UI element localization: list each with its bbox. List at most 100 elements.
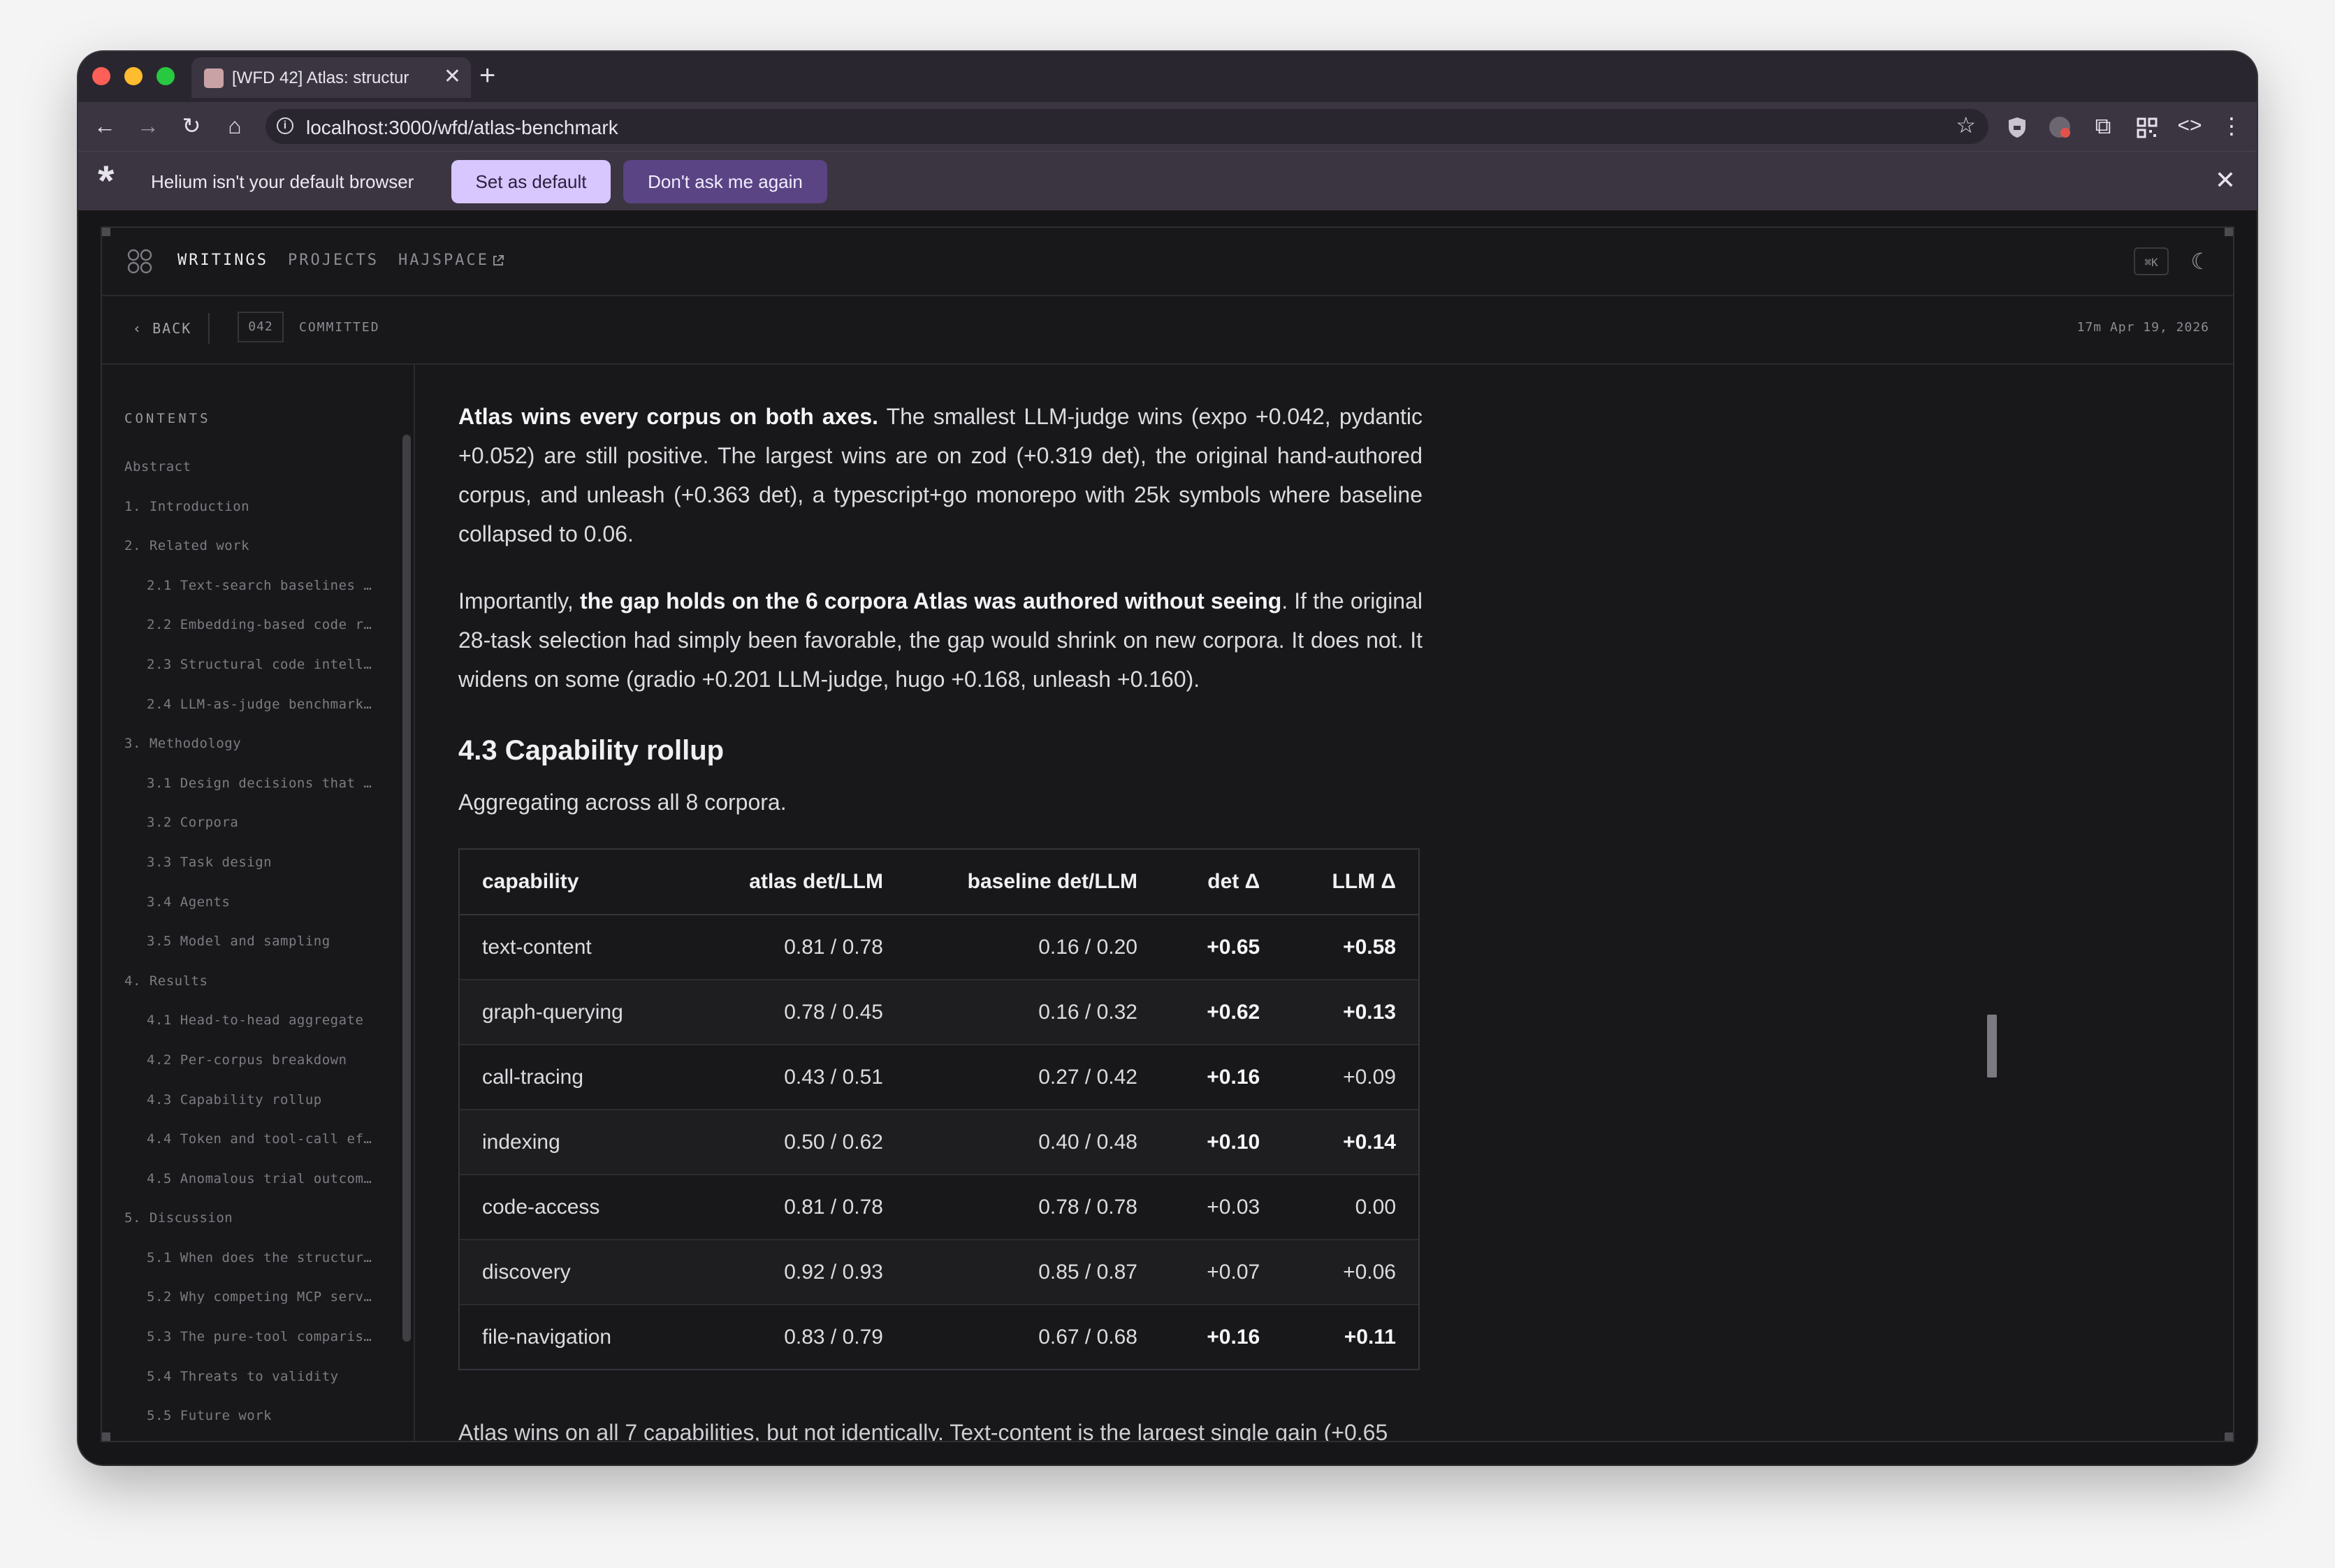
extensions-puzzle-icon[interactable]: ⧉ [2088,112,2118,140]
set-default-button[interactable]: Set as default [451,160,611,203]
profile-avatar-icon[interactable] [2047,115,2072,140]
toc-item[interactable]: 3.4 Agents [124,883,376,922]
toc-item[interactable]: 4.5 Anomalous trial outcom… [124,1159,376,1199]
atlas-score-cell: 0.50 / 0.62 [686,1110,905,1175]
nav-hajspace[interactable]: HAJSPACE [398,252,489,269]
url-text[interactable]: localhost:3000/wfd/atlas-benchmark [306,117,618,139]
paragraph-text: Importantly, [458,588,580,614]
toc-item[interactable]: 3.5 Model and sampling [124,922,376,961]
qr-code-icon[interactable] [2137,117,2158,138]
infobar-close-button[interactable]: ✕ [2215,166,2236,195]
post-meta-bar: ‹ BACK 042 COMMITTED 17m Apr 19, 2026 [102,295,2233,365]
atlas-score-cell: 0.92 / 0.93 [686,1240,905,1305]
bold-lead: Atlas wins every corpus on both axes. [458,404,879,429]
minimize-window-button[interactable] [124,67,143,85]
toc-item[interactable]: 5.3 The pure-tool comparis… [124,1317,376,1357]
default-browser-infobar: * Helium isn't your default browser Set … [78,151,2257,210]
atlas-score-cell: 0.78 / 0.45 [686,980,905,1045]
toc-item[interactable]: 2.4 LLM-as-judge benchmark… [124,685,376,725]
toc-item[interactable]: 2.2 Embedding-based code r… [124,605,376,645]
address-bar[interactable]: i localhost:3000/wfd/atlas-benchmark ☆ [265,109,1988,144]
menu-kebab-icon[interactable]: ⋮ [2216,112,2247,140]
section-lead: Aggregating across all 8 corpora. [458,790,787,815]
tab-close-button[interactable]: ✕ [444,64,461,89]
browser-window: [WFD 42] Atlas: structur ✕ + ← → ↻ ⌂ i l… [78,52,2257,1465]
table-of-contents: CONTENTS Abstract 1. Introduction 2. Relat… [102,365,415,1441]
det-delta-cell: +0.16 [1207,1325,1260,1349]
baseline-score-cell: 0.67 / 0.68 [1038,1325,1137,1349]
toc-scrollbar-thumb[interactable] [402,435,411,1342]
maximize-window-button[interactable] [157,67,175,85]
post-date: 17m Apr 19, 2026 [2076,320,2209,335]
toc-item[interactable]: 4.3 Capability rollup [124,1080,376,1120]
toc-item[interactable]: 4.1 Head-to-head aggregate [124,1001,376,1040]
article-body: Atlas wins every corpus on both axes. Th… [458,365,1423,1441]
capability-cell: code-access [460,1175,686,1240]
favicon-icon [204,68,224,88]
det-delta-cell: +0.62 [1160,980,1283,1045]
atlas-score-cell: 0.81 / 0.78 [686,1175,905,1240]
toc-item[interactable]: 5.5 Future work [124,1396,376,1436]
det-delta-cell: +0.10 [1160,1110,1283,1175]
dev-tools-code-icon[interactable]: <> [2174,112,2205,140]
baseline-score-cell: 0.40 / 0.48 [905,1110,1160,1175]
llm-delta-cell: 0.00 [1282,1175,1418,1240]
section-heading: 4.3 Capability rollup [458,735,725,766]
capability-cell: call-tracing [460,1045,686,1110]
baseline-score-cell: 0.16 / 0.20 [905,915,1160,980]
close-window-button[interactable] [92,67,110,85]
shield-icon[interactable] [2007,116,2028,138]
toc-item[interactable]: 5.1 When does the structur… [124,1238,376,1278]
capability-cell: file-navigation [482,1325,612,1349]
bookmark-star-icon[interactable]: ☆ [1956,112,1976,138]
divider [208,313,210,344]
baseline-score-cell: 0.16 / 0.32 [905,980,1160,1045]
forward-arrow-icon[interactable]: → [133,112,163,140]
toc-item[interactable]: 2.3 Structural code intell… [124,645,376,685]
new-tab-button[interactable]: + [479,61,495,89]
reload-icon[interactable]: ↻ [176,112,207,140]
atlas-score-cell: 0.43 / 0.51 [686,1045,905,1110]
toc-item[interactable]: 1. Introduction [124,487,376,527]
table-body: text-content 0.81 / 0.78 0.16 / 0.20 +0.65 +… [460,915,1418,1369]
toc-item[interactable]: 3.1 Design decisions that … [124,764,376,804]
toc-item[interactable]: 3. Methodology [124,724,376,764]
llm-delta-cell: +0.09 [1282,1045,1418,1110]
toc-item[interactable]: 4.4 Token and tool-call ef… [124,1119,376,1159]
table-header-row: capability atlas det/LLM baseline det/LL… [460,850,1418,915]
atlas-score-cell: 0.83 / 0.79 [784,1325,883,1349]
toc-item[interactable]: 4. Results [124,961,376,1001]
table-row: discovery 0.92 / 0.93 0.85 / 0.87 +0.07 +0.0… [460,1240,1418,1305]
toc-item[interactable]: 3.2 Corpora [124,803,376,843]
page-scrollbar-thumb[interactable] [1987,1015,1997,1077]
external-link-icon [493,255,504,266]
browser-tab[interactable]: [WFD 42] Atlas: structur ✕ [191,57,471,98]
command-k-shortcut[interactable]: ⌘K [2134,247,2169,275]
toc-item[interactable]: 5.4 Threats to validity [124,1357,376,1397]
nav-writings[interactable]: WRITINGS [177,252,268,269]
toc-item[interactable]: 3.3 Task design [124,843,376,883]
toc-item[interactable]: 5. Discussion [124,1198,376,1238]
home-icon[interactable]: ⌂ [219,112,250,140]
back-link[interactable]: ‹ BACK [133,320,191,337]
capability-cell: discovery [460,1240,686,1305]
table-row: code-access 0.81 / 0.78 0.78 / 0.78 +0.03 0.… [460,1175,1418,1240]
bold-emphasis: the gap holds on the 6 corpora Atlas was… [579,588,1282,614]
site-info-icon[interactable]: i [277,117,293,134]
site-logo-icon[interactable] [126,247,154,275]
back-arrow-icon[interactable]: ← [89,112,120,140]
nav-projects[interactable]: PROJECTS [288,252,379,269]
toc-list: Abstract 1. Introduction 2. Related work 2.… [124,447,376,1436]
toc-item[interactable]: 2. Related work [124,526,376,566]
column-header: atlas det/LLM [686,850,905,915]
moon-icon[interactable]: ☾ [2190,249,2211,274]
baseline-score-cell: 0.85 / 0.87 [905,1240,1160,1305]
dont-ask-again-button[interactable]: Don't ask me again [623,160,827,203]
llm-delta-cell: +0.14 [1282,1110,1418,1175]
table-row: indexing 0.50 / 0.62 0.40 / 0.48 +0.10 +0.14 [460,1110,1418,1175]
toc-item[interactable]: 4.2 Per-corpus breakdown [124,1040,376,1080]
toc-item[interactable]: 5.2 Why competing MCP serv… [124,1277,376,1317]
toc-item[interactable]: Abstract [124,447,376,487]
column-header: capability [460,850,686,915]
toc-item[interactable]: 2.1 Text-search baselines … [124,566,376,606]
